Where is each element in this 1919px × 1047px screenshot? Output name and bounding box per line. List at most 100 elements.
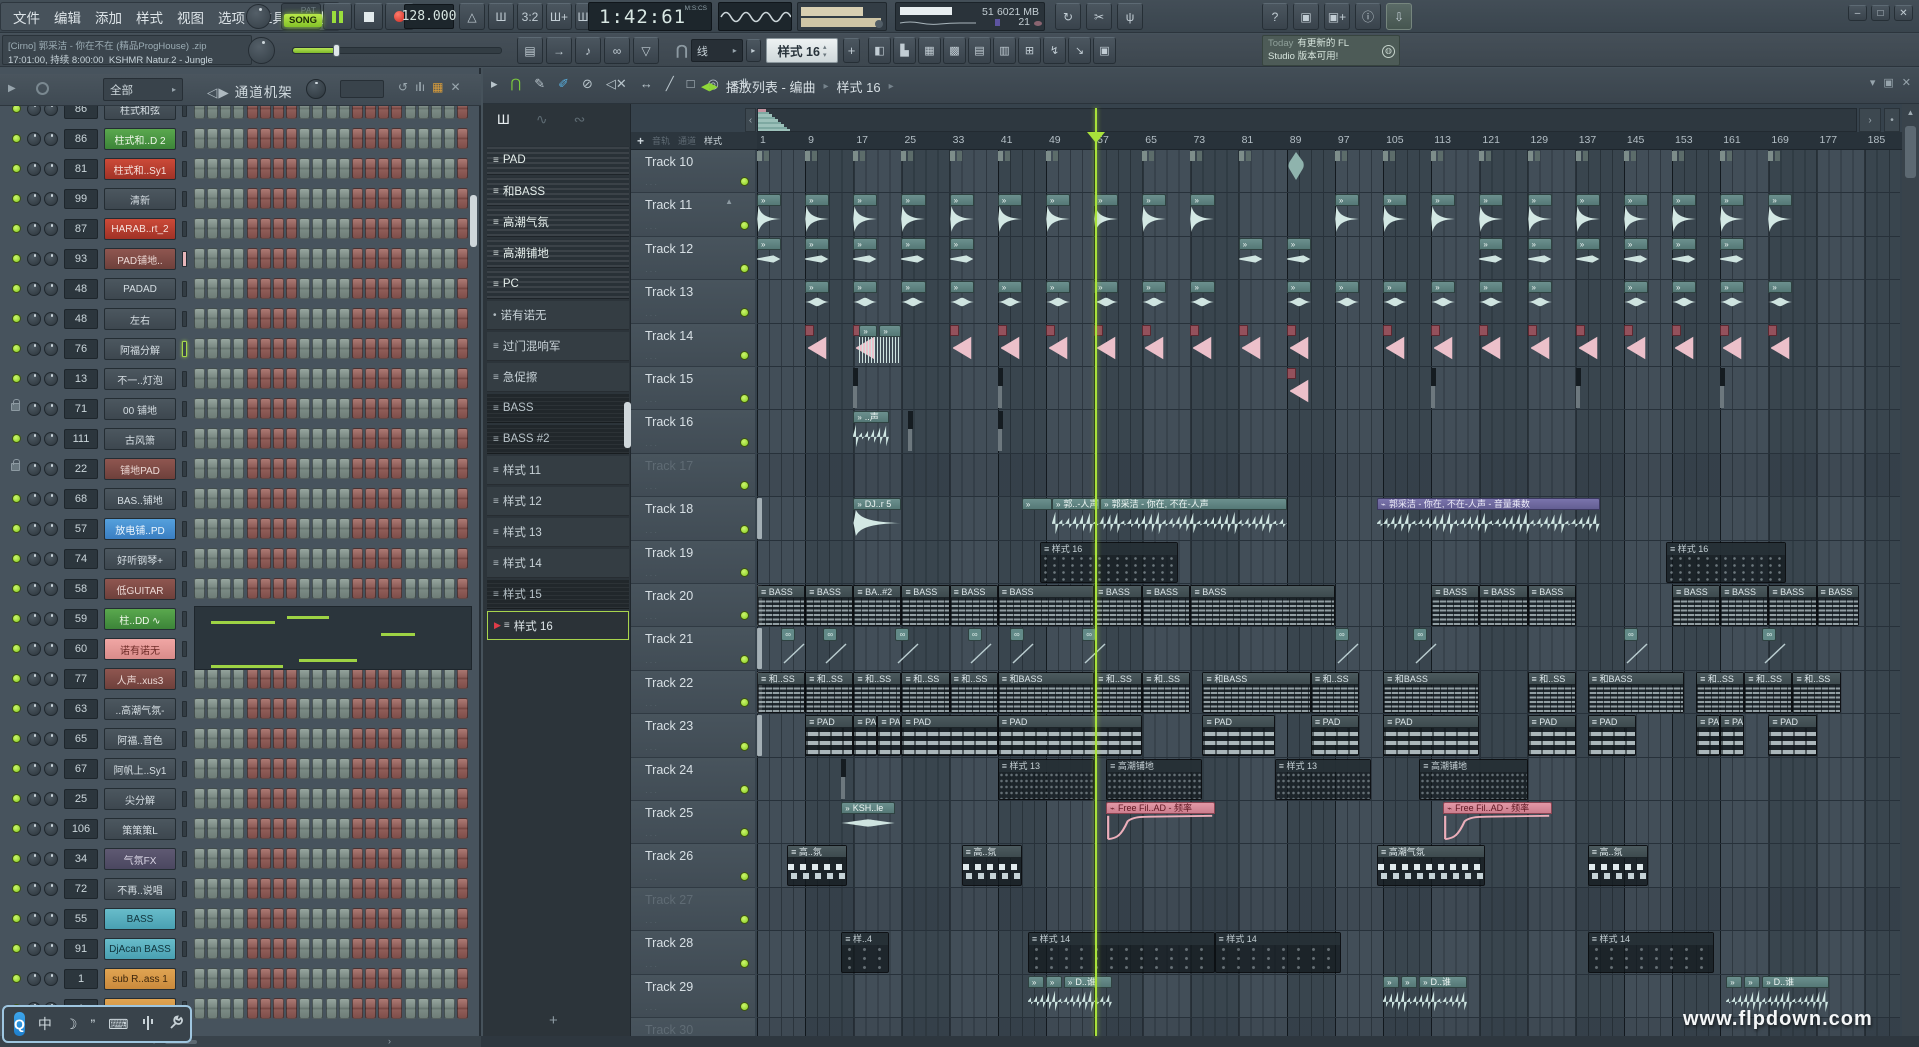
step-cell[interactable] — [299, 878, 310, 899]
step-cell[interactable] — [418, 908, 429, 929]
step-cell[interactable] — [194, 848, 205, 869]
step-cell[interactable] — [286, 728, 297, 749]
step-cell[interactable] — [233, 698, 244, 719]
step-cell[interactable] — [247, 848, 258, 869]
step-cell[interactable] — [233, 908, 244, 929]
channel-name-button[interactable]: 阿帆上..Sy1 — [104, 758, 176, 780]
step-cell[interactable] — [391, 218, 402, 239]
channel-number[interactable]: 76 — [64, 339, 98, 359]
step-cell[interactable] — [444, 278, 455, 299]
keyboard-icon[interactable]: ⌨ — [108, 1016, 128, 1033]
channel-led[interactable] — [12, 644, 21, 653]
step-cell[interactable] — [418, 218, 429, 239]
step-cell[interactable] — [207, 128, 218, 149]
clip-pinkrev[interactable] — [805, 325, 827, 366]
arrow-icon[interactable]: → — [546, 37, 572, 64]
step-cell[interactable] — [391, 368, 402, 389]
track-led[interactable] — [740, 872, 749, 881]
step-cell[interactable] — [260, 788, 271, 809]
clip-decay[interactable]: » — [1190, 194, 1214, 235]
step-cell[interactable] — [194, 188, 205, 209]
track-header[interactable]: Track 12··· — [631, 237, 755, 280]
step-cell[interactable] — [418, 398, 429, 419]
step-cell[interactable] — [247, 578, 258, 599]
step-cell[interactable] — [273, 398, 284, 419]
step-cell[interactable] — [260, 818, 271, 839]
clip-mini[interactable] — [1335, 151, 1348, 192]
step-cell[interactable] — [273, 128, 284, 149]
clip-decay[interactable]: » — [1383, 194, 1407, 235]
pattern-item[interactable]: ▶≡样式 16 — [487, 611, 629, 640]
step-cell[interactable] — [233, 428, 244, 449]
track-grip[interactable]: ··· — [645, 962, 659, 971]
track-grip[interactable]: ··· — [645, 1005, 659, 1014]
step-cell[interactable] — [365, 998, 376, 1019]
track-grip[interactable]: ··· — [645, 224, 659, 233]
pan-knob[interactable] — [27, 162, 41, 176]
track-led[interactable] — [740, 351, 749, 360]
track-header[interactable]: Track 19··· — [631, 541, 755, 584]
track-grip[interactable]: ··· — [645, 397, 659, 406]
step-cell[interactable] — [326, 968, 337, 989]
step-cell[interactable] — [418, 188, 429, 209]
clip-pinkrev[interactable] — [1672, 325, 1694, 366]
clip-pattern[interactable]: ≡ 样式 14 — [1028, 932, 1215, 973]
clip-swell[interactable]: » — [1479, 238, 1503, 279]
step-cell[interactable] — [457, 338, 468, 359]
step-cell[interactable] — [457, 308, 468, 329]
channel-name-button[interactable]: 清新 — [104, 188, 176, 210]
step-cell[interactable] — [339, 428, 350, 449]
step-cell[interactable] — [431, 128, 442, 149]
step-cell[interactable] — [207, 278, 218, 299]
rack-scrollbar[interactable] — [470, 195, 477, 247]
step-cell[interactable] — [457, 398, 468, 419]
clip-small[interactable]: » — [1479, 281, 1503, 322]
track-header[interactable]: Track 28··· — [631, 931, 755, 974]
step-cell[interactable] — [431, 248, 442, 269]
step-cell[interactable] — [247, 368, 258, 389]
clip-swell[interactable]: » — [853, 238, 877, 279]
step-cell[interactable] — [339, 938, 350, 959]
blend-notes-icon[interactable]: Ш+ — [546, 3, 572, 30]
step-cell[interactable] — [247, 758, 258, 779]
channel-number[interactable]: 91 — [64, 939, 98, 959]
step-cell[interactable] — [286, 938, 297, 959]
channel-number[interactable]: 48 — [64, 279, 98, 299]
pan-knob[interactable] — [27, 402, 41, 416]
step-cell[interactable] — [220, 398, 231, 419]
step-cell[interactable] — [378, 578, 389, 599]
step-cell[interactable] — [273, 278, 284, 299]
step-cell[interactable] — [339, 308, 350, 329]
step-cell[interactable] — [365, 938, 376, 959]
step-cell[interactable] — [405, 578, 416, 599]
step-cell[interactable] — [220, 998, 231, 1019]
clip-narrow[interactable] — [841, 759, 847, 800]
pan-knob[interactable] — [27, 582, 41, 596]
step-cell[interactable] — [405, 728, 416, 749]
track-led[interactable] — [740, 481, 749, 490]
step-cell[interactable] — [312, 938, 323, 959]
step-cell[interactable] — [365, 128, 376, 149]
channel-led[interactable] — [12, 764, 21, 773]
step-cell[interactable] — [299, 368, 310, 389]
step-cell[interactable] — [352, 338, 363, 359]
channel-mute-indicator[interactable] — [182, 851, 187, 867]
moon-icon[interactable]: ☽ — [65, 1016, 78, 1033]
step-cell[interactable] — [286, 158, 297, 179]
clip-decay[interactable]: » — [950, 194, 974, 235]
step-cell[interactable] — [326, 518, 337, 539]
step-cell[interactable] — [286, 668, 297, 689]
channel-name-button[interactable]: 柱式和..D 2 — [104, 128, 176, 150]
channel-led[interactable] — [12, 944, 21, 953]
channel-mute-indicator[interactable] — [182, 881, 187, 897]
step-cell[interactable] — [312, 128, 323, 149]
pattern-item[interactable]: ≡急促擦 — [487, 363, 629, 392]
volume-knob[interactable] — [44, 342, 58, 356]
clip-small[interactable]: » — [1768, 281, 1792, 322]
patterns-tab[interactable]: Ш — [497, 111, 510, 127]
step-cell[interactable] — [431, 188, 442, 209]
restore-button[interactable]: □ — [1871, 5, 1890, 21]
step-cell[interactable] — [299, 158, 310, 179]
step-cell[interactable] — [326, 158, 337, 179]
volume-knob[interactable] — [44, 762, 58, 776]
